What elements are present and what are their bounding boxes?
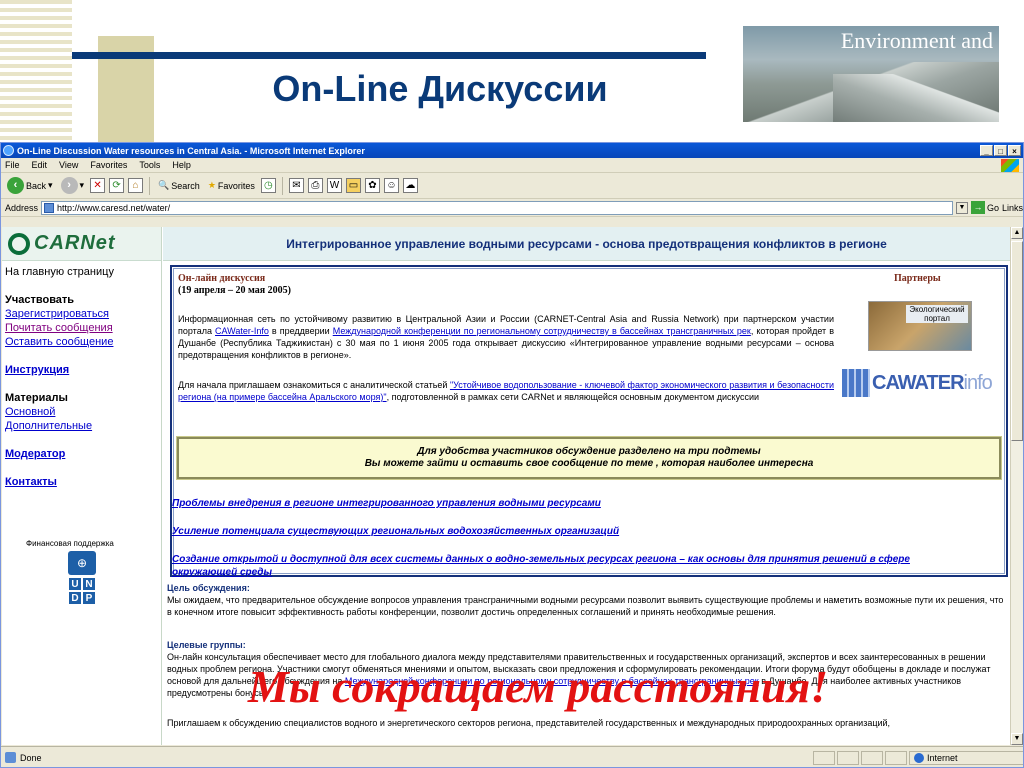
slide-overlay-slogan: Мы сокращаем расстояния!: [247, 661, 829, 712]
edit-icon[interactable]: W: [326, 178, 342, 193]
print-icon[interactable]: ⎙: [307, 178, 323, 193]
discussion-dates: (19 апреля – 20 мая 2005): [178, 285, 291, 296]
article-paragraph: Для начала приглашаем ознакомиться с ана…: [178, 380, 834, 402]
goal-section: Цель обсуждения: Мы ожидаем, что предвар…: [167, 582, 1005, 618]
left-sidebar: CARNet На главную страницу Участвовать З…: [2, 227, 162, 745]
cawater-logo[interactable]: CAWATER info: [842, 369, 993, 397]
invite-text: Приглашаем к обсуждению специалистов вод…: [167, 718, 891, 728]
minimize-button[interactable]: _: [980, 145, 993, 156]
forward-arrow-icon: ›: [60, 177, 78, 194]
environment-banner-text: Environment and: [840, 28, 993, 53]
home-icon[interactable]: ⌂: [128, 178, 144, 193]
status-bar: Done Internet: [1, 746, 1023, 767]
address-bar: Address http://www.caresd.net/water/ ▼ →…: [1, 199, 1023, 217]
goal-text: Мы ожидаем, что предварительное обсужден…: [167, 595, 1004, 617]
carnet-logo[interactable]: CARNet: [2, 227, 161, 261]
mail-icon[interactable]: ✉: [288, 178, 304, 193]
status-text: Done: [20, 752, 42, 763]
ie-icon: [3, 145, 14, 156]
intro-paragraph: Информационная сеть по устойчивому разви…: [178, 314, 834, 360]
nav-extra-materials[interactable]: Дополнительные: [5, 419, 158, 433]
menu-view[interactable]: View: [59, 160, 78, 170]
discussion-label: Он-лайн дискуссия: [178, 273, 266, 284]
nav-contacts[interactable]: Контакты: [5, 475, 158, 489]
menu-file[interactable]: File: [5, 160, 20, 170]
folder-icon[interactable]: ▭: [345, 178, 361, 193]
address-label: Address: [5, 202, 39, 213]
page-header: Интегрированное управление водными ресур…: [163, 227, 1010, 261]
discuss-icon[interactable]: ☁: [402, 178, 418, 193]
page-icon: [44, 202, 55, 213]
refresh-icon[interactable]: ⟳: [109, 178, 125, 193]
go-button[interactable]: → Go: [970, 201, 999, 214]
cawater-grid-icon: [842, 369, 870, 397]
page-done-icon: [5, 752, 16, 763]
environment-banner-image: Environment and: [743, 26, 999, 122]
topic-link-iwrm[interactable]: Проблемы внедрения в регионе интегрирова…: [172, 497, 952, 510]
nav-read-messages[interactable]: Почитать сообщения: [5, 321, 158, 335]
vertical-scrollbar[interactable]: ▲ ▼: [1010, 227, 1023, 745]
menu-edit[interactable]: Edit: [32, 160, 48, 170]
back-arrow-icon: ‹: [7, 177, 24, 194]
search-icon: 🔍: [158, 180, 170, 190]
address-input[interactable]: http://www.caresd.net/water/: [41, 200, 953, 215]
links-button[interactable]: Links: [1002, 203, 1023, 213]
nav-instruction[interactable]: Инструкция: [5, 363, 158, 377]
favorites-button[interactable]: ★ Favorites: [206, 180, 257, 191]
security-zone: Internet: [909, 750, 1023, 765]
menu-bar: File Edit View Favorites Tools Help: [1, 158, 1023, 173]
menu-favorites[interactable]: Favorites: [90, 160, 127, 170]
search-button[interactable]: 🔍 Search: [156, 180, 202, 191]
subtopics-notice: Для удобства участников обсуждение разде…: [176, 436, 1002, 480]
financial-support-label: Финансовая поддержка: [26, 539, 114, 548]
scroll-down-icon[interactable]: ▼: [1011, 733, 1023, 745]
scroll-up-icon[interactable]: ▲: [1011, 227, 1023, 239]
groups-heading: Целевые группы:: [167, 640, 246, 650]
window-titlebar[interactable]: On-Line Discussion Water resources in Ce…: [1, 143, 1023, 158]
topic-link-data-system[interactable]: Создание открытой и доступной для всех с…: [172, 553, 952, 579]
title-rule: [72, 52, 706, 59]
partners-heading: Партнеры: [894, 273, 941, 284]
window-title: On-Line Discussion Water resources in Ce…: [17, 145, 365, 156]
nav-moderator[interactable]: Модератор: [5, 447, 158, 461]
cawater-link[interactable]: CAWater-Info: [215, 326, 269, 336]
toolbar: ‹ Back ▾ › ▾ ✕ ⟳ ⌂ 🔍 Search ★ Favorites …: [1, 173, 1023, 199]
nav-main-material[interactable]: Основной: [5, 405, 158, 419]
conference-link[interactable]: Международной конференции по регионально…: [333, 326, 751, 336]
star-icon: ★: [207, 180, 216, 190]
menu-help[interactable]: Help: [172, 160, 191, 170]
nav-home[interactable]: На главную страницу: [5, 265, 158, 279]
slide: On-Line Дискуссии Environment and On-Lin…: [0, 0, 1024, 768]
stop-icon[interactable]: ✕: [90, 178, 106, 193]
address-dropdown[interactable]: ▼: [955, 201, 968, 214]
back-button[interactable]: ‹ Back ▾: [5, 177, 55, 194]
sidebar-nav: На главную страницу Участвовать Зарегист…: [2, 261, 161, 493]
nav-register[interactable]: Зарегистрироваться: [5, 307, 158, 321]
scroll-thumb[interactable]: [1011, 241, 1023, 441]
nav-participate-heading: Участвовать: [5, 294, 75, 306]
nav-leave-message[interactable]: Оставить сообщение: [5, 335, 158, 349]
undp-logo[interactable]: ⊕ U N D P: [68, 551, 96, 605]
maximize-button[interactable]: □: [994, 145, 1007, 156]
discussion-box: Он-лайн дискуссия (19 апреля – 20 мая 20…: [170, 265, 1008, 579]
menu-tools[interactable]: Tools: [139, 160, 160, 170]
un-emblem-icon: ⊕: [68, 551, 96, 575]
nav-materials-heading: Материалы: [5, 392, 68, 404]
address-url: http://www.caresd.net/water/: [57, 202, 171, 213]
research-icon[interactable]: ✿: [364, 178, 380, 193]
messenger-icon[interactable]: ☺: [383, 178, 399, 193]
windows-flag-icon: [1001, 158, 1019, 172]
topic-link-capacity[interactable]: Усиление потенциала существующих региона…: [172, 525, 952, 538]
forward-button[interactable]: › ▾: [59, 177, 87, 194]
go-arrow-icon: →: [970, 201, 985, 214]
eco-portal-banner[interactable]: Экологический портал: [868, 301, 972, 351]
goal-heading: Цель обсуждения:: [167, 583, 250, 593]
close-button[interactable]: ×: [1008, 145, 1021, 156]
carnet-ring-icon: [8, 232, 30, 255]
history-icon[interactable]: ◷: [260, 178, 276, 193]
globe-icon: [914, 752, 924, 763]
decorative-stripes: [0, 0, 72, 142]
slide-title: On-Line Дискуссии: [272, 68, 608, 109]
